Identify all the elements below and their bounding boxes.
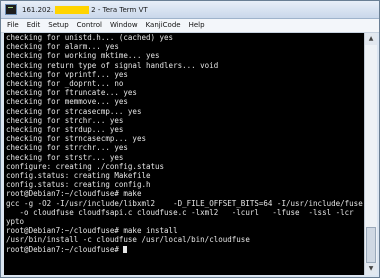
terminal-line: checking for unistd.h... (cached) yes bbox=[6, 33, 174, 42]
window-title-host: 161.202. bbox=[22, 5, 54, 14]
terminal-line: checking for strncasecmp... yes bbox=[6, 134, 146, 144]
scrollbar-thumb[interactable] bbox=[366, 227, 376, 263]
terminal-line: checking for ftruncate... yes bbox=[6, 88, 137, 98]
menu-help[interactable]: Help bbox=[185, 19, 209, 32]
terminal-line: checking for strrchr... yes bbox=[6, 143, 128, 153]
terminal-line: ypto bbox=[6, 217, 25, 227]
text-cursor bbox=[123, 245, 128, 253]
terminal-line: checking for memmove... yes bbox=[6, 97, 128, 107]
redaction-block bbox=[55, 5, 90, 14]
terminal-output[interactable]: checking for unistd.h... (cached) yes ch… bbox=[4, 33, 365, 275]
terminal-line: checking for alarm... yes bbox=[6, 42, 119, 52]
menu-bar: File Edit Setup Control Window KanjiCode… bbox=[1, 19, 379, 33]
terminal-line: root@Debian7:~/cloudfuse# make install bbox=[6, 226, 178, 236]
terminal-line: checking for strdup... yes bbox=[6, 125, 124, 135]
terminal-line: checking for _doprnt... no bbox=[6, 79, 124, 89]
menu-control[interactable]: Control bbox=[73, 19, 106, 32]
terminal-line: /usr/bin/install -c cloudfuse /usr/local… bbox=[6, 235, 250, 245]
scroll-up-icon[interactable]: ▲ bbox=[365, 33, 377, 45]
terminal-line: checking for working mktime... yes bbox=[6, 51, 160, 61]
window-title: 2 - Tera Term VT bbox=[91, 5, 148, 14]
vertical-scrollbar[interactable]: ▲ ▼ bbox=[364, 33, 377, 275]
terminal-line: checking for strchr... yes bbox=[6, 115, 124, 125]
terminal-line: root@Debian7:~/cloudfuse# make bbox=[6, 189, 142, 199]
menu-setup[interactable]: Setup bbox=[44, 19, 72, 32]
terminal-line: gcc -g -O2 -I/usr/include/libxml2 -D_FIL… bbox=[6, 198, 363, 208]
menu-edit[interactable]: Edit bbox=[23, 19, 45, 32]
menu-file[interactable]: File bbox=[1, 19, 23, 32]
terminal-line: configure: creating ./config.status bbox=[6, 161, 165, 171]
scroll-down-icon[interactable]: ▼ bbox=[365, 263, 377, 275]
terminal-line: checking return type of signal handlers.… bbox=[6, 60, 219, 70]
terminal-line: -o cloudfuse cloudfsapi.c cloudfuse.c -l… bbox=[6, 207, 354, 217]
shell-prompt: root@Debian7:~/cloudfuse# bbox=[6, 244, 124, 254]
terminal-line: config.status: creating Makefile bbox=[6, 171, 151, 181]
terminal-icon[interactable] bbox=[5, 4, 17, 15]
terminal-line: checking for vprintf... yes bbox=[6, 69, 128, 79]
title-bar[interactable]: 161.202. 2 - Tera Term VT bbox=[1, 1, 379, 19]
terminal-line: checking for strcasecmp... yes bbox=[6, 106, 142, 116]
terminal-line: config.status: creating config.h bbox=[6, 180, 151, 190]
menu-kanjicode[interactable]: KanjiCode bbox=[142, 19, 185, 32]
prompt-line[interactable]: root@Debian7:~/cloudfuse# bbox=[4, 245, 365, 254]
terminal-line: checking for strstr... yes bbox=[6, 152, 124, 162]
tera-term-window: 161.202. 2 - Tera Term VT File Edit Setu… bbox=[0, 0, 380, 278]
menu-window[interactable]: Window bbox=[106, 19, 142, 32]
